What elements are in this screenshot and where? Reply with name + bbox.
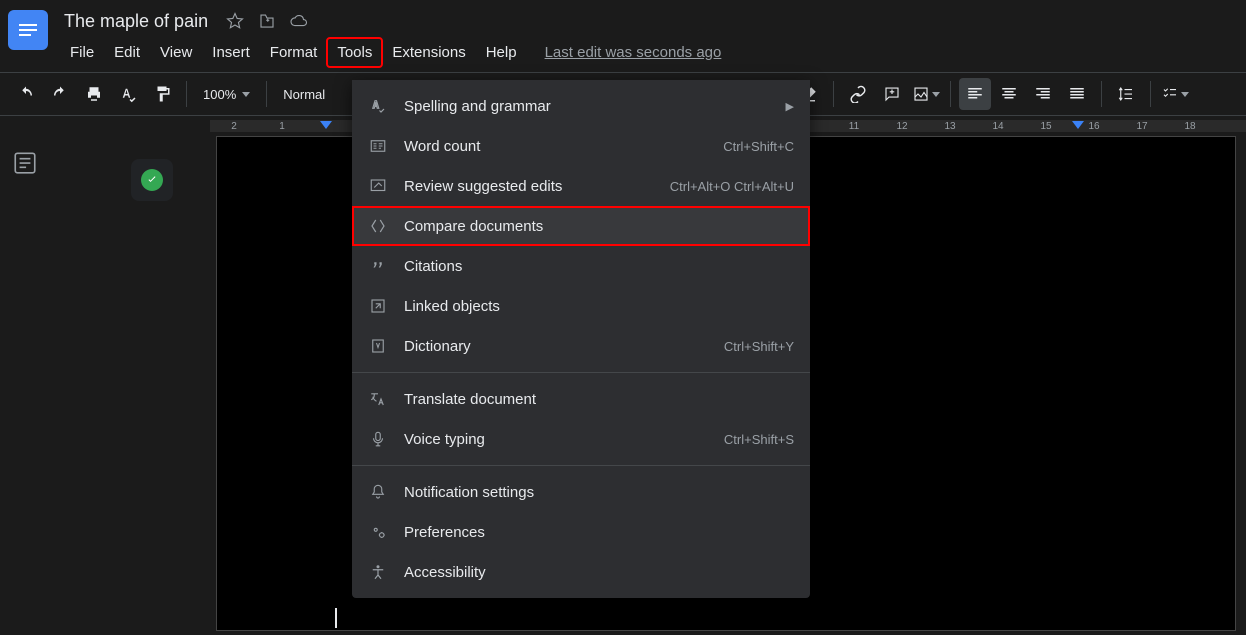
access-icon	[368, 562, 388, 582]
paint-format-button[interactable]	[146, 78, 178, 110]
menu-item-preferences[interactable]: Preferences	[352, 512, 810, 552]
menu-item-translate-document[interactable]: Translate document	[352, 379, 810, 419]
menu-file[interactable]: File	[60, 38, 104, 67]
outline-icon[interactable]	[12, 150, 38, 176]
style-select[interactable]: Normal	[275, 87, 333, 102]
star-icon[interactable]	[226, 12, 244, 30]
translate-icon	[368, 389, 388, 409]
tools-dropdown: Spelling and grammar ▶ Word count Ctrl+Shif…	[352, 80, 810, 598]
insert-image-button[interactable]	[910, 78, 942, 110]
ruler-marker-right[interactable]	[1072, 121, 1084, 129]
dictionary-icon	[368, 336, 388, 356]
line-spacing-button[interactable]	[1110, 78, 1142, 110]
prefs-icon	[368, 522, 388, 542]
menu-item-label: Voice typing	[404, 431, 708, 448]
chevron-down-icon	[932, 92, 940, 97]
align-justify-button[interactable]	[1061, 78, 1093, 110]
menu-item-label: Translate document	[404, 391, 794, 408]
zoom-select[interactable]: 100%	[195, 87, 258, 102]
voice-icon	[368, 429, 388, 449]
docs-logo[interactable]	[8, 10, 48, 50]
menu-item-notification-settings[interactable]: Notification settings	[352, 472, 810, 512]
last-edit-link[interactable]: Last edit was seconds ago	[545, 44, 722, 61]
menubar: File Edit View Insert Format Tools Exten…	[60, 36, 721, 68]
menu-item-label: Review suggested edits	[404, 178, 654, 195]
menu-tools[interactable]: Tools	[327, 38, 382, 67]
align-center-button[interactable]	[993, 78, 1025, 110]
menu-item-label: Citations	[404, 258, 794, 275]
menu-format[interactable]: Format	[260, 38, 328, 67]
menu-item-linked-objects[interactable]: Linked objects	[352, 286, 810, 326]
redo-button[interactable]	[44, 78, 76, 110]
align-right-button[interactable]	[1027, 78, 1059, 110]
menu-item-dictionary[interactable]: Dictionary Ctrl+Shift+Y	[352, 326, 810, 366]
citations-icon	[368, 256, 388, 276]
text-cursor	[335, 608, 337, 628]
bell-icon	[368, 482, 388, 502]
checklist-button[interactable]	[1159, 78, 1191, 110]
chevron-down-icon	[242, 92, 250, 97]
review-icon	[368, 176, 388, 196]
spellcheck-ok-badge[interactable]	[131, 159, 173, 201]
menu-item-label: Preferences	[404, 524, 794, 541]
undo-button[interactable]	[10, 78, 42, 110]
menu-extensions[interactable]: Extensions	[382, 38, 475, 67]
menu-item-compare-documents[interactable]: Compare documents	[352, 206, 810, 246]
menu-item-review-suggested-edits[interactable]: Review suggested edits Ctrl+Alt+O Ctrl+Al…	[352, 166, 810, 206]
menu-item-label: Spelling and grammar	[404, 98, 770, 115]
menu-item-word-count[interactable]: Word count Ctrl+Shift+C	[352, 126, 810, 166]
menu-item-shortcut: Ctrl+Shift+Y	[724, 339, 794, 354]
wordcount-icon	[368, 136, 388, 156]
menu-item-label: Linked objects	[404, 298, 794, 315]
menu-item-label: Compare documents	[404, 218, 794, 235]
menu-item-citations[interactable]: Citations	[352, 246, 810, 286]
spellcheck-icon	[368, 96, 388, 116]
compare-icon	[368, 216, 388, 236]
document-title[interactable]: The maple of pain	[60, 9, 212, 34]
header: The maple of pain File Edit View Insert …	[0, 0, 1246, 68]
align-left-button[interactable]	[959, 78, 991, 110]
menu-item-shortcut: Ctrl+Alt+O Ctrl+Alt+U	[670, 179, 794, 194]
menu-item-label: Word count	[404, 138, 707, 155]
menu-insert[interactable]: Insert	[202, 38, 260, 67]
print-button[interactable]	[78, 78, 110, 110]
add-comment-button[interactable]	[876, 78, 908, 110]
menu-edit[interactable]: Edit	[104, 38, 150, 67]
linked-icon	[368, 296, 388, 316]
menu-help[interactable]: Help	[476, 38, 527, 67]
cloud-status-icon[interactable]	[290, 12, 308, 30]
menu-item-shortcut: Ctrl+Shift+C	[723, 139, 794, 154]
spellcheck-button[interactable]	[112, 78, 144, 110]
ruler-marker-left[interactable]	[320, 121, 332, 129]
menu-view[interactable]: View	[150, 38, 202, 67]
menu-item-label: Accessibility	[404, 564, 794, 581]
menu-item-accessibility[interactable]: Accessibility	[352, 552, 810, 592]
move-icon[interactable]	[258, 12, 276, 30]
menu-item-shortcut: Ctrl+Shift+S	[724, 432, 794, 447]
submenu-arrow-icon: ▶	[786, 100, 794, 113]
menu-item-label: Dictionary	[404, 338, 708, 355]
menu-item-voice-typing[interactable]: Voice typing Ctrl+Shift+S	[352, 419, 810, 459]
menu-item-label: Notification settings	[404, 484, 794, 501]
menu-item-spelling-and-grammar[interactable]: Spelling and grammar ▶	[352, 86, 810, 126]
chevron-down-icon	[1181, 92, 1189, 97]
insert-link-button[interactable]	[842, 78, 874, 110]
